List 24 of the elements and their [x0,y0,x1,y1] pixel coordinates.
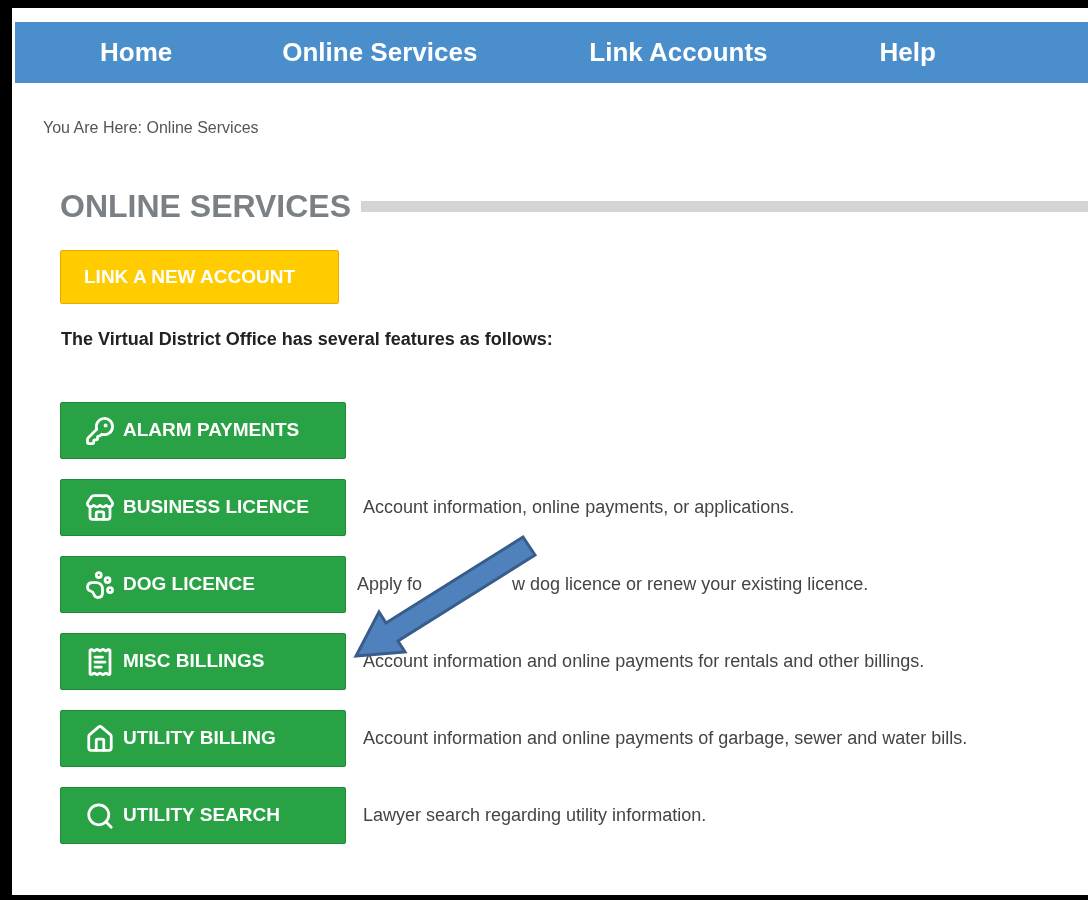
service-button[interactable]: BUSINESS LICENCE [60,479,346,536]
key-icon [85,415,115,446]
paw-icon [85,569,115,600]
breadcrumb: You Are Here: Online Services [43,119,259,136]
intro-text: The Virtual District Office has several features as follows: [61,328,554,351]
nav-link[interactable]: Home [100,33,173,72]
search-icon [85,800,115,831]
page-heading: ONLINE SERVICES [60,187,352,226]
service-button[interactable]: UTILITY SEARCH [60,787,346,844]
nav-link[interactable]: Link Accounts [589,33,768,72]
nav-link[interactable]: Help [879,33,936,72]
service-description: Account information and online payments for rentals and other billings. [363,650,925,673]
service-description: Apply fo [357,573,423,596]
service-description: Lawyer search regarding utility information. [363,804,707,827]
service-description: Account information, online payments, or applications. [363,496,795,519]
service-button[interactable]: MISC BILLINGS [60,633,346,690]
service-button[interactable]: ALARM PAYMENTS [60,402,346,459]
service-button[interactable]: DOG LICENCE [60,556,346,613]
shop-sign-icon [85,492,115,523]
service-button[interactable]: UTILITY BILLING [60,710,346,767]
house-icon [85,723,115,754]
nav-link[interactable]: Online Services [282,33,478,72]
service-description: Account information and online payments of garbage, sewer and water bills. [363,727,968,750]
service-description: w dog licence or renew your existing licence. [512,573,869,596]
